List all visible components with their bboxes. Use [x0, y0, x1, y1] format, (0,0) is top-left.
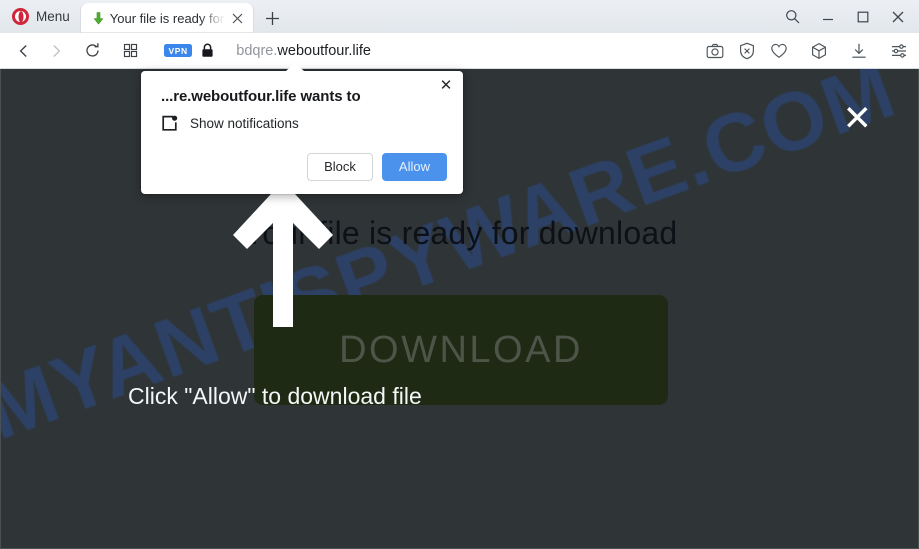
popup-actions: Block Allow — [307, 153, 447, 181]
download-button-label: DOWNLOAD — [339, 328, 583, 371]
block-button[interactable]: Block — [307, 153, 373, 181]
popup-permission-row: Show notifications — [161, 115, 299, 132]
opera-logo-icon — [12, 8, 29, 25]
opera-menu-button[interactable]: Menu — [0, 0, 81, 33]
ad-blocker-shield-icon[interactable] — [736, 40, 758, 62]
lock-icon[interactable] — [201, 43, 214, 58]
reload-button[interactable] — [76, 36, 108, 66]
grid-tiles-icon — [123, 43, 137, 58]
allow-button[interactable]: Allow — [381, 153, 447, 181]
green-download-arrow-icon — [91, 11, 106, 26]
url-domain: weboutfour.life — [277, 42, 371, 59]
cube-extensions-icon[interactable] — [808, 40, 830, 62]
popup-title: ...re.weboutfour.life wants to — [161, 88, 361, 105]
tab-strip: Menu Your file is ready for — [0, 0, 919, 33]
maximize-icon[interactable] — [845, 2, 880, 32]
notification-permission-popup: ✕ ...re.weboutfour.life wants to Show no… — [141, 63, 463, 194]
speed-dial-tiles-button[interactable] — [114, 36, 146, 66]
page-close-icon[interactable]: ✕ — [843, 101, 872, 136]
notifications-bell-icon — [161, 115, 178, 132]
address-bar: VPN bdqre.weboutfour.life — [0, 33, 919, 69]
url-text[interactable]: bdqre.weboutfour.life — [236, 43, 371, 59]
search-icon[interactable] — [775, 2, 810, 32]
minimize-icon[interactable] — [810, 2, 845, 32]
chevron-right-icon — [53, 44, 61, 57]
allow-hint-text: Click "Allow" to download file — [128, 383, 422, 409]
window-close-icon[interactable] — [880, 2, 915, 32]
tab-title: Your file is ready for — [109, 10, 225, 26]
url-subdomain: bdqre. — [236, 42, 278, 59]
tab-close-icon[interactable] — [229, 9, 247, 27]
plus-icon — [266, 11, 280, 25]
new-tab-button[interactable] — [258, 3, 288, 33]
url-zone[interactable]: VPN bdqre.weboutfour.life — [164, 43, 371, 59]
menu-label: Menu — [36, 9, 70, 24]
back-button[interactable] — [8, 36, 40, 66]
window-controls — [775, 0, 919, 33]
chevron-left-icon — [19, 44, 27, 57]
page-headline: Your file is ready for download — [243, 215, 678, 251]
up-arrow-annotation-icon — [233, 181, 333, 327]
browser-tab[interactable]: Your file is ready for — [80, 3, 253, 33]
heart-favorite-icon[interactable] — [768, 40, 790, 62]
toolbar-icons — [704, 40, 919, 62]
browser-window: Menu Your file is ready for VPN bdqre.we… — [0, 0, 919, 549]
popup-permission-label: Show notifications — [190, 116, 299, 131]
reload-icon — [85, 43, 99, 57]
forward-button[interactable] — [40, 36, 72, 66]
popup-close-icon[interactable]: ✕ — [437, 76, 455, 94]
camera-snapshot-icon[interactable] — [704, 40, 726, 62]
vpn-badge[interactable]: VPN — [164, 44, 193, 57]
download-icon[interactable] — [848, 40, 870, 62]
easy-setup-sliders-icon[interactable] — [888, 40, 910, 62]
